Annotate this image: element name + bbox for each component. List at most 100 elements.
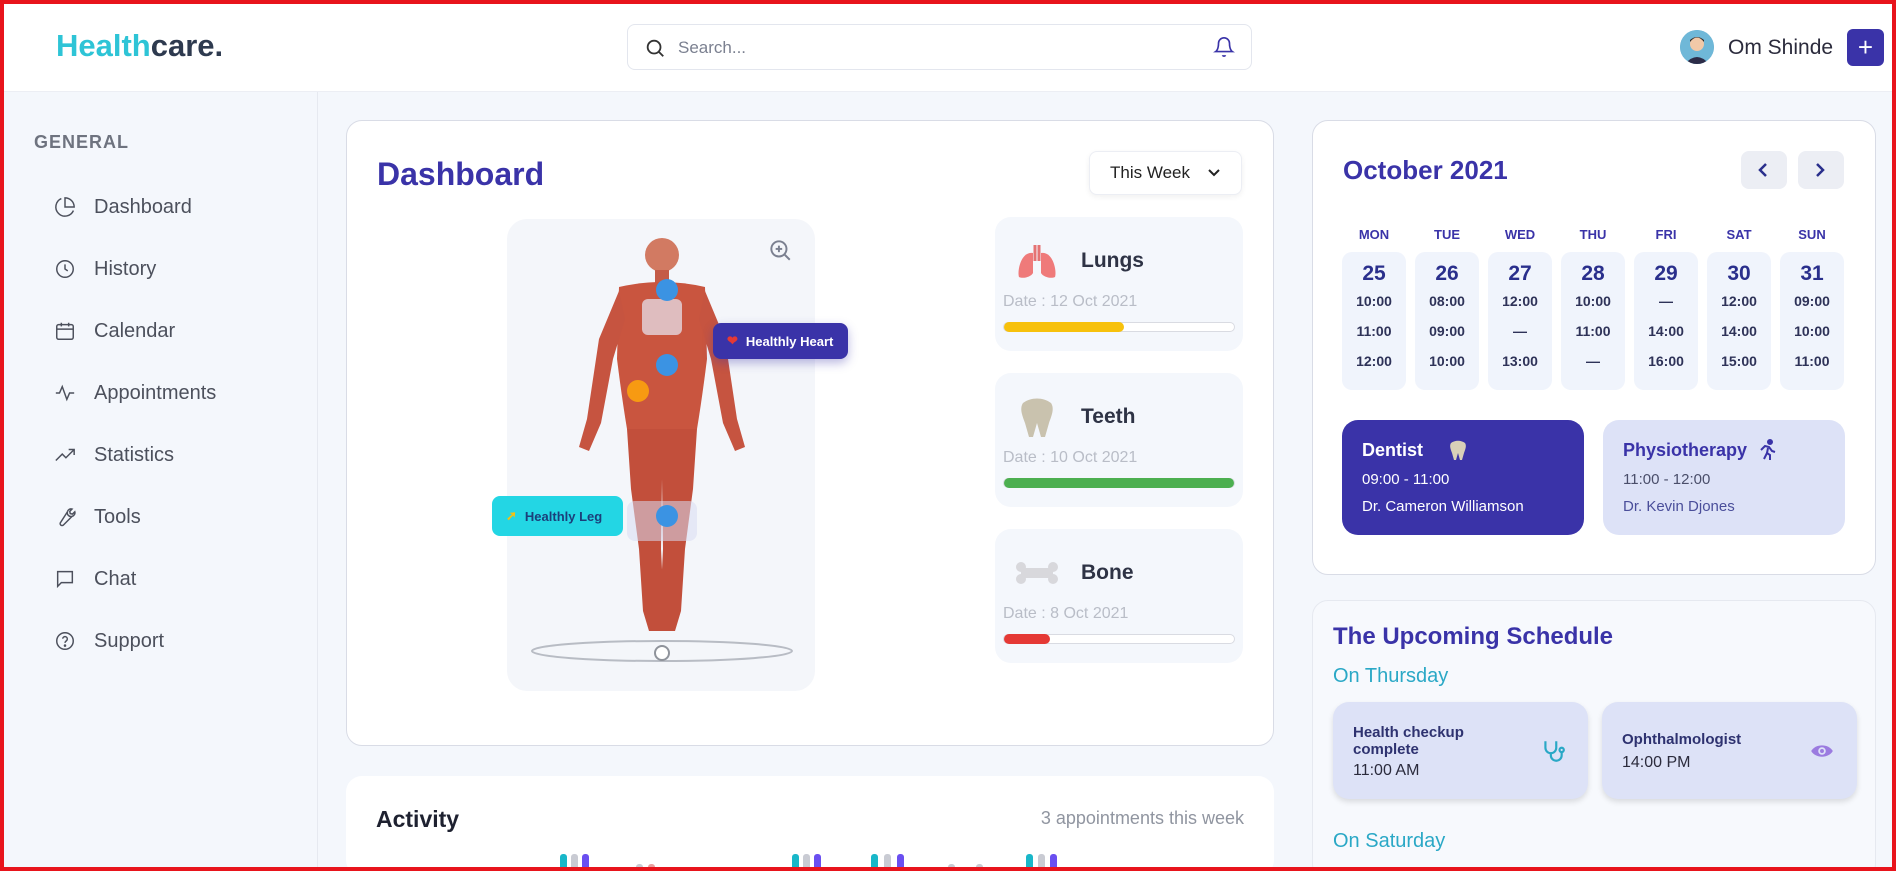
organ-card-bone[interactable]: Bone Date : 8 Oct 2021 xyxy=(995,529,1243,663)
organ-card-lungs[interactable]: Lungs Date : 12 Oct 2021 xyxy=(995,217,1243,351)
period-dropdown[interactable]: This Week xyxy=(1089,151,1242,195)
schedule-item-ophthalmologist[interactable]: Ophthalmologist 14:00 PM xyxy=(1602,702,1857,799)
time-slot[interactable]: — xyxy=(1634,286,1698,316)
search-bar xyxy=(627,24,1252,70)
tooth-icon xyxy=(1450,440,1466,460)
weekday-label: WED xyxy=(1504,227,1536,242)
schedule-item-title: Ophthalmologist xyxy=(1622,731,1742,748)
sidebar-item-statistics[interactable]: Statistics xyxy=(54,438,294,472)
appointment-title: Physiotherapy xyxy=(1623,440,1748,460)
activity-bar xyxy=(976,864,983,871)
appointment-card-dentist[interactable]: Dentist 09:00 - 11:00 Dr. Cameron Willia… xyxy=(1342,420,1584,535)
day-column-26[interactable]: 26 08:00 09:00 10:00 xyxy=(1415,252,1479,390)
bone-icon xyxy=(1016,562,1058,584)
time-slot[interactable]: 11:00 xyxy=(1561,316,1625,346)
avatar[interactable] xyxy=(1680,30,1714,64)
sidebar-item-dashboard[interactable]: Dashboard xyxy=(54,190,294,224)
day-number: 25 xyxy=(1362,262,1386,285)
time-slot[interactable]: 08:00 xyxy=(1415,286,1479,316)
day-column-29[interactable]: 29 — 14:00 16:00 xyxy=(1634,252,1698,390)
day-column-25[interactable]: 25 10:00 11:00 12:00 xyxy=(1342,252,1406,390)
leg-tag-label: Healthly Leg xyxy=(524,508,603,524)
weekday-label: SAT xyxy=(1726,227,1752,242)
time-slot[interactable]: 09:00 xyxy=(1415,316,1479,346)
time-slot[interactable]: — xyxy=(1488,316,1552,346)
organ-name: Bone xyxy=(1081,561,1134,584)
time-slot[interactable]: 16:00 xyxy=(1634,346,1698,376)
schedule-item-time: 14:00 PM xyxy=(1622,754,1691,771)
sidebar-item-label: Appointments xyxy=(94,381,217,404)
time-slot[interactable]: 11:00 xyxy=(1342,316,1406,346)
time-slot[interactable]: 14:00 xyxy=(1707,316,1771,346)
torso-marker[interactable] xyxy=(656,354,678,376)
day-column-28[interactable]: 28 10:00 11:00 — xyxy=(1561,252,1625,390)
day-column-27[interactable]: 27 12:00 — 13:00 xyxy=(1488,252,1552,390)
time-slot[interactable]: 09:00 xyxy=(1780,286,1844,316)
appointment-doctor: Dr. Kevin Djones xyxy=(1623,498,1735,515)
activity-bar xyxy=(884,854,891,871)
leg-icon: ➚ xyxy=(506,508,517,523)
day-column-30[interactable]: 30 12:00 14:00 15:00 xyxy=(1707,252,1771,390)
day-number: 27 xyxy=(1508,262,1532,285)
eye-icon xyxy=(1811,745,1833,757)
calendar-card: October 2021 MON TUE WED THU FRI SAT SUN… xyxy=(1312,120,1876,575)
organ-date: Date : 12 Oct 2021 xyxy=(1003,293,1138,310)
activity-card: Activity 3 appointments this week xyxy=(346,776,1274,871)
search-icon xyxy=(646,39,664,57)
sidebar-item-label: Tools xyxy=(94,505,141,528)
time-slot[interactable]: 10:00 xyxy=(1415,346,1479,376)
sidebar-section-title: GENERAL xyxy=(34,132,130,152)
add-button[interactable]: + xyxy=(1847,29,1884,66)
activity-bar xyxy=(1038,854,1045,871)
time-slot[interactable]: — xyxy=(1561,346,1625,376)
sidebar-item-support[interactable]: Support xyxy=(54,624,294,658)
zoom-in-icon[interactable] xyxy=(767,237,793,263)
tooth-icon xyxy=(1021,398,1053,437)
time-slot[interactable]: 10:00 xyxy=(1342,286,1406,316)
schedule-item-health-checkup[interactable]: Health checkup complete 11:00 AM xyxy=(1333,702,1588,799)
time-slot[interactable]: 12:00 xyxy=(1488,286,1552,316)
sidebar-item-chat[interactable]: Chat xyxy=(54,562,294,596)
time-slot[interactable]: 13:00 xyxy=(1488,346,1552,376)
time-slot[interactable]: 10:00 xyxy=(1780,316,1844,346)
day-number: 31 xyxy=(1800,262,1824,285)
user-name[interactable]: Om Shinde xyxy=(1728,36,1833,60)
day-column-31[interactable]: 31 09:00 10:00 11:00 xyxy=(1780,252,1844,390)
time-slot[interactable]: 12:00 xyxy=(1707,286,1771,316)
weekday-label: FRI xyxy=(1655,227,1677,242)
lungs-icon xyxy=(1018,245,1056,278)
heart-marker[interactable] xyxy=(656,279,678,301)
time-slot[interactable]: 11:00 xyxy=(1780,346,1844,376)
healthy-heart-tag[interactable]: ❤ Healthly Heart xyxy=(713,323,848,359)
sidebar-item-appointments[interactable]: Appointments xyxy=(54,376,294,410)
leg-marker[interactable] xyxy=(656,505,678,527)
schedule-day-heading: On Saturday xyxy=(1333,830,1446,852)
search-input[interactable] xyxy=(678,35,1178,61)
bell-icon[interactable] xyxy=(1213,36,1235,58)
time-slot[interactable]: 15:00 xyxy=(1707,346,1771,376)
appointment-card-physiotherapy[interactable]: Physiotherapy 11:00 - 12:00 Dr. Kevin Dj… xyxy=(1603,420,1845,535)
abdomen-marker[interactable] xyxy=(627,380,649,402)
healthy-leg-tag[interactable]: ➚ Healthly Leg xyxy=(492,496,623,536)
sidebar-item-tools[interactable]: Tools xyxy=(54,500,294,534)
activity-bar xyxy=(948,864,955,871)
sidebar-item-label: History xyxy=(94,257,157,280)
organ-card-teeth[interactable]: Teeth Date : 10 Oct 2021 xyxy=(995,373,1243,507)
app-logo[interactable]: Healthcare. xyxy=(56,28,223,64)
page-title: Dashboard xyxy=(377,156,545,192)
time-slot[interactable]: 10:00 xyxy=(1561,286,1625,316)
calendar-month-title: October 2021 xyxy=(1343,155,1508,185)
weekday-label: MON xyxy=(1358,227,1390,242)
sidebar-item-label: Dashboard xyxy=(94,195,192,218)
prev-month-button[interactable] xyxy=(1741,151,1787,189)
next-month-button[interactable] xyxy=(1798,151,1844,189)
time-slot[interactable]: 14:00 xyxy=(1634,316,1698,346)
sidebar-item-calendar[interactable]: Calendar xyxy=(54,314,294,348)
organ-name: Lungs xyxy=(1081,249,1144,272)
dashboard-card: Dashboard This Week ❤ Healthly Heart ➚ H… xyxy=(346,120,1274,746)
sidebar-item-history[interactable]: History xyxy=(54,252,294,286)
organ-progress-fill xyxy=(1004,478,1234,488)
time-slot[interactable]: 12:00 xyxy=(1342,346,1406,376)
heart-tag-label: Healthly Heart xyxy=(745,333,834,349)
top-header: Healthcare. Om Shinde + xyxy=(0,0,1896,92)
